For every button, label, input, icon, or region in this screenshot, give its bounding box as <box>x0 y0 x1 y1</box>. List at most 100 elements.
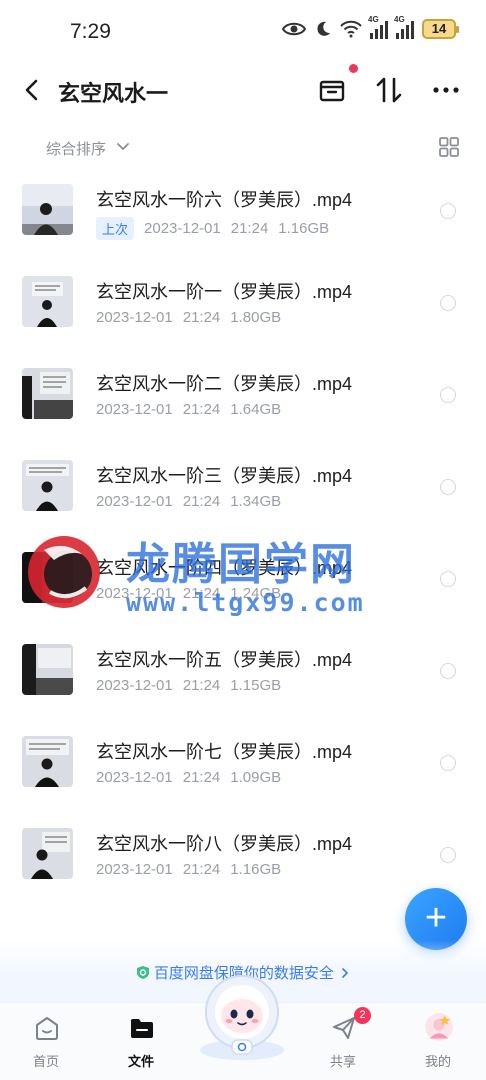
battery-indicator: 14 <box>422 19 459 39</box>
file-time: 21:24 <box>182 493 221 510</box>
home-icon <box>36 1017 58 1040</box>
header-bar: 玄空风水一 <box>0 64 486 116</box>
file-name: 玄空风水一阶五（罗美辰）.mp4 <box>96 650 353 670</box>
wifi-icon <box>340 20 362 38</box>
signal-icon-2: 4G <box>394 15 414 39</box>
file-row[interactable]: 玄空风水一阶七（罗美辰）.mp4 2023-12-01 21:24 1.09GB <box>0 712 486 804</box>
file-meta: 2023-12-01 21:24 1.34GB <box>96 493 281 510</box>
file-date: 2023-12-01 <box>96 309 173 326</box>
nav-share[interactable]: 2 共享 <box>298 1003 388 1080</box>
file-row[interactable]: 玄空风水一阶一（罗美辰）.mp4 2023-12-01 21:24 1.80GB <box>0 252 486 344</box>
file-time: 21:24 <box>182 309 221 326</box>
grid-view-button[interactable] <box>438 136 460 158</box>
nav-files[interactable]: 文件 <box>96 1003 186 1080</box>
nav-share-label: 共享 <box>329 1054 356 1069</box>
file-row[interactable]: 玄空风水一阶八（罗美辰）.mp4 2023-12-01 21:24 1.16GB <box>0 804 486 896</box>
video-thumbnail <box>22 552 73 603</box>
select-radio[interactable] <box>440 295 456 311</box>
folder-icon <box>131 1019 153 1038</box>
file-row[interactable]: 玄空风水一阶四（罗美辰）.mp4 2023-12-01 21:24 1.24GB <box>0 528 486 620</box>
file-size: 1.09GB <box>230 769 282 786</box>
file-name: 玄空风水一阶六（罗美辰）.mp4 <box>96 190 353 210</box>
sort-arrows-button[interactable] <box>373 74 405 106</box>
file-row[interactable]: 玄空风水一阶六（罗美辰）.mp4 上次 2023-12-01 21:24 1.1… <box>0 160 486 252</box>
file-meta: 上次 2023-12-01 21:24 1.16GB <box>96 217 329 240</box>
file-name: 玄空风水一阶四（罗美辰）.mp4 <box>96 558 353 578</box>
chevron-down-icon[interactable] <box>116 140 130 154</box>
file-name: 玄空风水一阶三（罗美辰）.mp4 <box>96 466 353 486</box>
video-thumbnail <box>22 184 73 235</box>
file-date: 2023-12-01 <box>96 585 173 602</box>
file-name: 玄空风水一阶八（罗美辰）.mp4 <box>96 834 353 854</box>
file-name: 玄空风水一阶二（罗美辰）.mp4 <box>96 374 353 394</box>
video-thumbnail <box>22 644 73 695</box>
file-size: 1.64GB <box>230 401 282 418</box>
file-date: 2023-12-01 <box>96 769 173 786</box>
file-meta: 2023-12-01 21:24 1.64GB <box>96 401 281 418</box>
paper-plane-icon <box>333 1017 355 1039</box>
select-radio[interactable] <box>440 847 456 863</box>
share-badge: 2 <box>354 1007 371 1024</box>
avatar <box>425 1013 453 1041</box>
status-bar: 7:29 4G 4G 14 <box>0 0 486 64</box>
file-time: 21:24 <box>182 585 221 602</box>
file-time: 21:24 <box>182 769 221 786</box>
file-meta: 2023-12-01 21:24 1.24GB <box>96 585 281 602</box>
file-time: 21:24 <box>182 861 221 878</box>
select-radio[interactable] <box>440 479 456 495</box>
chevron-right-icon <box>342 968 349 978</box>
file-name: 玄空风水一阶七（罗美辰）.mp4 <box>96 742 353 762</box>
file-size: 1.16GB <box>230 861 282 878</box>
select-radio[interactable] <box>440 663 456 679</box>
file-date: 2023-12-01 <box>96 861 173 878</box>
shield-icon <box>136 966 149 979</box>
nav-me[interactable]: 我的 <box>393 1003 483 1080</box>
file-meta: 2023-12-01 21:24 1.80GB <box>96 309 281 326</box>
nav-me-label: 我的 <box>424 1054 451 1069</box>
signal-icon-1: 4G <box>368 15 388 39</box>
status-icons: 4G 4G 14 <box>282 15 459 39</box>
page-title: 玄空风水一 <box>58 81 169 106</box>
file-list: 玄空风水一阶六（罗美辰）.mp4 上次 2023-12-01 21:24 1.1… <box>0 160 486 896</box>
video-thumbnail <box>22 736 73 787</box>
nav-home-label: 首页 <box>32 1054 59 1069</box>
file-meta: 2023-12-01 21:24 1.09GB <box>96 769 281 786</box>
notification-dot <box>349 64 358 73</box>
more-options-button[interactable] <box>430 74 462 106</box>
select-radio[interactable] <box>440 755 456 771</box>
file-date: 2023-12-01 <box>96 401 173 418</box>
file-row[interactable]: 玄空风水一阶二（罗美辰）.mp4 2023-12-01 21:24 1.64GB <box>0 344 486 436</box>
file-meta: 2023-12-01 21:24 1.15GB <box>96 677 281 694</box>
select-radio[interactable] <box>440 387 456 403</box>
video-thumbnail <box>22 460 73 511</box>
video-thumbnail <box>22 368 73 419</box>
file-size: 1.24GB <box>230 585 282 602</box>
nav-files-label: 文件 <box>127 1054 154 1069</box>
select-radio[interactable] <box>440 571 456 587</box>
status-time: 7:29 <box>70 20 111 43</box>
file-date: 2023-12-01 <box>96 677 173 694</box>
sort-dropdown[interactable]: 综合排序 <box>46 138 106 159</box>
file-size: 1.34GB <box>230 493 282 510</box>
nav-home[interactable]: 首页 <box>1 1003 91 1080</box>
file-time: 21:24 <box>182 677 221 694</box>
moon-icon <box>317 21 330 36</box>
mascot-button[interactable] <box>194 968 290 1060</box>
file-time: 21:24 <box>182 401 221 418</box>
select-radio[interactable] <box>440 203 456 219</box>
file-meta: 2023-12-01 21:24 1.16GB <box>96 861 281 878</box>
file-time: 21:24 <box>230 220 269 237</box>
eye-icon <box>282 22 306 36</box>
file-name: 玄空风水一阶一（罗美辰）.mp4 <box>96 282 353 302</box>
file-date: 2023-12-01 <box>144 220 221 237</box>
file-size: 1.80GB <box>230 309 282 326</box>
file-row[interactable]: 玄空风水一阶三（罗美辰）.mp4 2023-12-01 21:24 1.34GB <box>0 436 486 528</box>
file-date: 2023-12-01 <box>96 493 173 510</box>
video-thumbnail <box>22 276 73 327</box>
back-button[interactable] <box>18 76 46 104</box>
last-opened-badge: 上次 <box>96 217 135 240</box>
file-row[interactable]: 玄空风水一阶五（罗美辰）.mp4 2023-12-01 21:24 1.15GB <box>0 620 486 712</box>
transfer-list-button[interactable] <box>316 74 348 106</box>
file-size: 1.16GB <box>278 220 330 237</box>
file-size: 1.15GB <box>230 677 282 694</box>
